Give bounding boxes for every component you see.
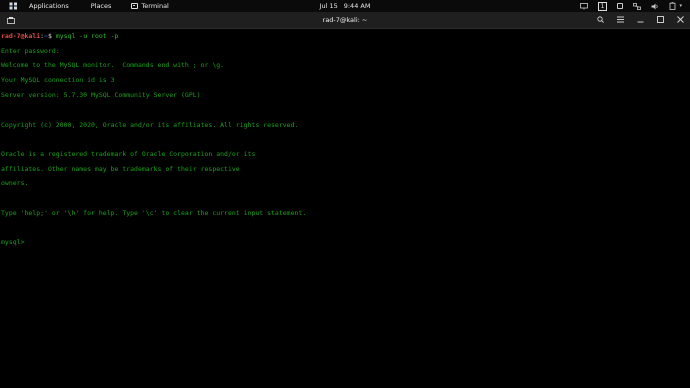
places-menu[interactable]: Places (91, 0, 112, 12)
typed-command: mysql -u root -p (51, 32, 119, 40)
terminal-titlebar[interactable]: rad-7@kali: ~ (0, 12, 690, 29)
chevron-down-icon: ▾ (679, 3, 682, 9)
volume-icon[interactable] (651, 3, 659, 10)
battery-icon (670, 2, 676, 10)
new-tab-button[interactable] (6, 15, 16, 25)
screen-icon[interactable] (579, 2, 588, 10)
window-switch-icon (617, 3, 624, 9)
clock-date[interactable]: Jul 15 (320, 2, 338, 10)
maximize-icon (657, 15, 664, 23)
window-icon[interactable] (617, 3, 624, 9)
prompt-user: rad-7@kali (1, 32, 41, 40)
mysql-prompt-label: mysql> (1, 238, 25, 246)
prompt-line: rad-7@kali:~$ mysql -u root -p (1, 32, 118, 40)
applications-label: Applications (29, 2, 69, 10)
terminal-new-tab-icon (7, 16, 15, 24)
system-tray: 1 ▾ (570, 0, 682, 12)
output-line: Welcome to the MySQL monitor. Commands e… (1, 61, 225, 69)
applications-menu[interactable]: Applications (29, 0, 69, 12)
menu-button[interactable] (617, 16, 624, 25)
workspace-indicator[interactable]: 1 (597, 1, 608, 11)
power-menu[interactable]: ▾ (669, 2, 682, 10)
output-line: Enter password: (1, 47, 60, 55)
mysql-prompt[interactable]: mysql> (1, 238, 30, 246)
output-line: Oracle is a registered trademark of Orac… (1, 150, 256, 158)
output-line: Copyright (c) 2000, 2020, Oracle and/or … (1, 121, 299, 129)
places-label: Places (90, 2, 112, 10)
clock-time[interactable]: 9:44 AM (344, 2, 371, 10)
close-icon (677, 15, 684, 23)
network-wired-icon (633, 2, 642, 10)
top-bar: Applications Places Terminal Jul 15 9:44… (0, 0, 690, 12)
hamburger-menu-icon (617, 16, 624, 22)
terminal-app-menu[interactable]: Terminal (131, 0, 169, 12)
minimize-button[interactable] (637, 16, 644, 25)
activities-button[interactable] (7, 0, 19, 12)
close-button[interactable] (677, 15, 684, 25)
terminal-body[interactable]: rad-7@kali:~$ mysql -u root -p Enter pas… (0, 29, 690, 388)
kali-dragon-icon (9, 2, 17, 10)
monitor-icon (579, 2, 588, 9)
window-controls (584, 12, 684, 28)
network-icon[interactable] (633, 2, 642, 10)
workspace-number: 1 (597, 1, 608, 11)
maximize-button[interactable] (657, 15, 664, 25)
terminal-icon (131, 3, 139, 9)
output-line: Your MySQL connection id is 3 (1, 76, 115, 84)
search-icon (597, 15, 604, 23)
minimize-icon (637, 21, 644, 22)
output-line: Server version: 5.7.30 MySQL Community S… (1, 91, 201, 99)
terminal-app-label: Terminal (141, 2, 169, 10)
output-line: Type 'help;' or '\h' for help. Type '\c'… (1, 209, 307, 217)
output-line: affiliates. Other names may be trademark… (1, 165, 240, 173)
search-button[interactable] (597, 15, 604, 25)
speaker-icon (651, 3, 659, 9)
output-line: owners. (1, 179, 29, 187)
